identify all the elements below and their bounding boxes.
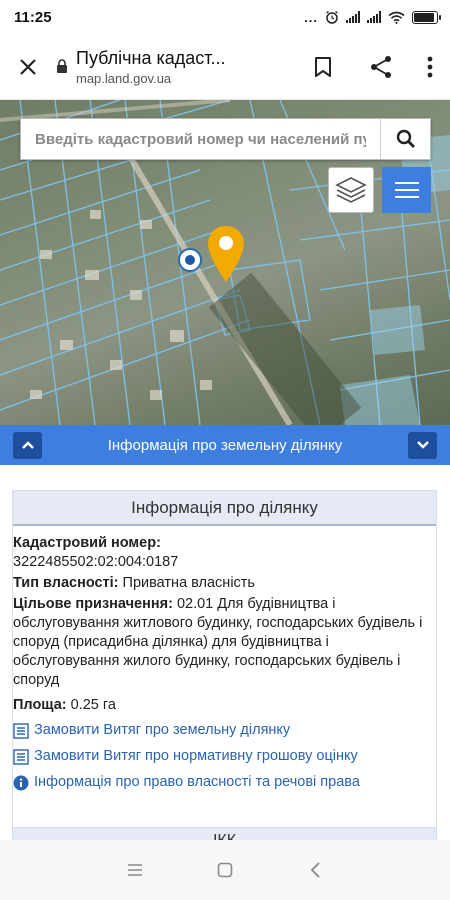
share-icon — [371, 55, 391, 78]
order-valuation-extract-label: Замовити Витяг про нормативну грошову оц… — [34, 748, 358, 764]
document-list-icon — [13, 722, 29, 739]
chevron-up-icon — [21, 441, 34, 449]
chevron-down-icon — [416, 441, 429, 449]
home-button[interactable] — [205, 850, 245, 890]
order-parcel-extract-link[interactable]: Замовити Витяг про земельну ділянку — [13, 720, 436, 741]
search-icon — [396, 129, 415, 148]
parcel-info-panel: Інформація про ділянку Кадастровий номер… — [0, 465, 450, 840]
page-title: Публічна кадаст... — [76, 47, 226, 68]
area-row: Площа: 0.25 га — [13, 696, 436, 715]
card-title: Інформація про ділянку — [13, 491, 436, 526]
page-url: map.land.gov.ua — [76, 70, 172, 86]
cadastral-number-row: Кадастровий номер: 3222485502:02:004:018… — [13, 534, 436, 572]
back-arrow-icon — [310, 862, 320, 878]
cadastral-number-value: 3222485502:02:004:0187 — [13, 554, 179, 570]
notification-dots: ... — [304, 9, 318, 25]
square-icon — [217, 862, 233, 878]
purpose-row: Цільове призначення: 02.01 Для будівницт… — [13, 595, 436, 690]
document-list-icon — [13, 748, 29, 765]
cadastral-search-input[interactable] — [21, 119, 380, 159]
ownership-rights-info-label: Інформація про право власності та речові… — [34, 774, 360, 790]
browser-menu-button[interactable] — [410, 39, 450, 95]
address-bar[interactable]: Публічна кадаст... map.land.gov.ua — [56, 48, 294, 86]
close-tab-button[interactable] — [0, 39, 56, 95]
wifi-icon — [388, 11, 405, 24]
signal-icon-2 — [367, 11, 381, 23]
share-button[interactable] — [352, 39, 410, 95]
ownership-rights-info-link[interactable]: Інформація про право власності та речові… — [13, 772, 436, 793]
lock-icon — [57, 59, 67, 73]
order-valuation-extract-link[interactable]: Замовити Витяг про нормативну грошову оц… — [13, 746, 436, 767]
info-icon — [13, 775, 29, 791]
cadastral-search-box — [20, 118, 431, 160]
ownership-row: Тип власності: Приватна власність — [13, 574, 436, 593]
map-marker-icon — [208, 226, 244, 282]
menu-icon — [128, 864, 142, 876]
bookmark-button[interactable] — [294, 39, 352, 95]
alarm-icon — [326, 10, 338, 24]
status-time: 11:25 — [14, 8, 52, 26]
search-button[interactable] — [380, 119, 430, 159]
area-label: Площа: — [13, 697, 67, 713]
panel-title: Інформація про земельну ділянку — [107, 436, 343, 454]
area-value: 0.25 га — [70, 697, 116, 713]
next-section-header[interactable]: ІКК — [12, 827, 437, 840]
signal-icon-1 — [346, 11, 360, 23]
purpose-label: Цільове призначення: — [13, 596, 173, 612]
cadastral-map[interactable] — [0, 100, 450, 425]
more-vertical-icon — [427, 56, 433, 77]
status-icons: ... — [304, 9, 441, 25]
panel-collapse-button[interactable] — [408, 431, 437, 459]
parcel-info-card: Інформація про ділянку Кадастровий номер… — [12, 490, 437, 840]
ownership-label: Тип власності: — [13, 575, 119, 591]
system-nav-bar — [0, 840, 450, 900]
cadastral-number-label: Кадастровий номер: — [13, 535, 161, 551]
recent-apps-button[interactable] — [115, 850, 155, 890]
status-bar: 11:25 ... — [0, 0, 450, 34]
ownership-value: Приватна власність — [122, 575, 255, 591]
bookmark-icon — [315, 56, 331, 77]
panel-expand-button[interactable] — [13, 431, 42, 459]
close-icon — [20, 58, 36, 75]
battery-icon — [412, 10, 441, 24]
panel-header: Інформація про земельну ділянку — [0, 425, 450, 465]
my-location-icon[interactable] — [178, 248, 202, 272]
order-parcel-extract-label: Замовити Витяг про земельну ділянку — [34, 722, 291, 738]
layers-button[interactable] — [328, 167, 374, 213]
browser-toolbar: Публічна кадаст... map.land.gov.ua — [0, 34, 450, 100]
back-button[interactable] — [295, 850, 335, 890]
layers-icon — [335, 177, 367, 203]
map-menu-button[interactable] — [382, 167, 431, 213]
